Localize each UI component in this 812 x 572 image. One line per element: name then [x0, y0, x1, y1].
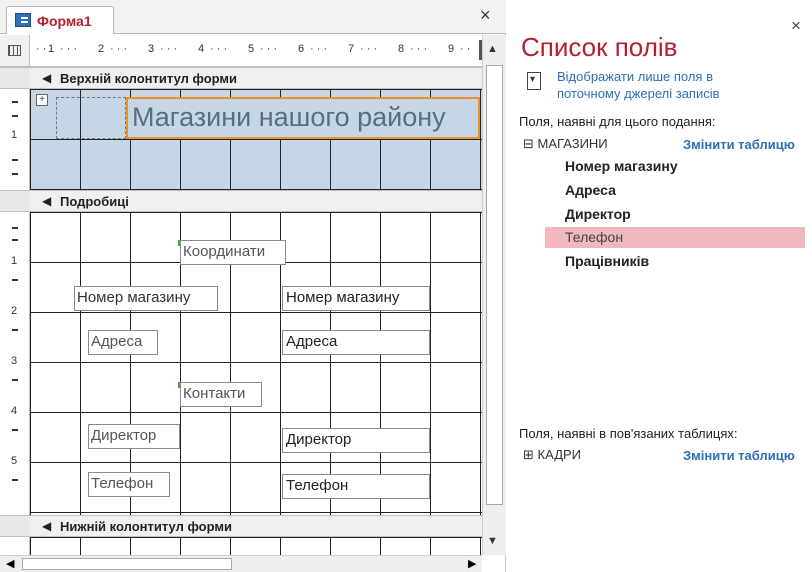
close-icon[interactable]: ×	[791, 16, 801, 36]
ruler-number: 7	[348, 43, 355, 55]
label-address[interactable]: Адреса	[88, 330, 158, 355]
document-tab-bar: Форма1 ×	[0, 0, 506, 34]
scroll-right-icon[interactable]: ▶	[468, 557, 476, 570]
available-fields-heading: Поля, наявні для цього подання:	[519, 114, 716, 129]
move-handle-icon[interactable]: +	[36, 94, 48, 106]
form-icon	[15, 13, 31, 27]
section-arrow-icon: ◀	[42, 519, 52, 533]
label-phone[interactable]: Телефон	[88, 472, 170, 497]
close-icon[interactable]: ×	[480, 6, 491, 24]
ruler-number: 3	[148, 43, 155, 55]
field-item-selected[interactable]: Телефон	[545, 227, 805, 248]
scroll-thumb[interactable]	[486, 65, 503, 505]
label-store-number[interactable]: Номер магазину	[74, 286, 218, 311]
field-list-pane: Список полів × Відображати лише поля в п…	[507, 0, 812, 572]
ruler-number: 9	[448, 43, 455, 55]
edit-related-table-link[interactable]: Змінити таблицю	[683, 448, 795, 463]
field-address[interactable]: Адреса	[282, 330, 430, 355]
section-bar-form-header[interactable]: ◀ Верхній колонтитул форми	[30, 67, 482, 89]
table-name: МАГАЗИНИ	[537, 136, 608, 151]
field-phone[interactable]: Телефон	[282, 474, 430, 499]
horizontal-ruler: · · · 1 · · · 2 · · · 3 · · · 4 · · · 5 …	[30, 35, 482, 67]
vruler-number: 2	[11, 305, 18, 317]
filter-fields-icon[interactable]	[527, 72, 541, 90]
collapse-icon[interactable]: ⊟	[523, 136, 534, 151]
field-item[interactable]: Працівників	[545, 251, 805, 272]
label-contacts[interactable]: Контакти	[180, 382, 262, 407]
ruler-number: 1	[48, 43, 55, 55]
field-director[interactable]: Директор	[282, 428, 430, 453]
section-arrow-icon: ◀	[42, 194, 52, 208]
vruler-number: 1	[11, 255, 18, 267]
ruler-number: 8	[398, 43, 405, 55]
tab-label: Форма1	[37, 13, 92, 29]
field-store-number[interactable]: Номер магазину	[282, 286, 430, 311]
ruler-number: 5	[248, 43, 255, 55]
horizontal-scrollbar[interactable]: ◀ ▶	[0, 555, 482, 572]
vruler-number: 1	[11, 129, 18, 141]
table-row-stores[interactable]: ⊟ МАГАЗИНИ	[523, 136, 608, 152]
vruler-number: 3	[11, 355, 18, 367]
field-item[interactable]: Номер магазину	[545, 156, 805, 177]
ruler-number: 6	[298, 43, 305, 55]
vruler-number: 5	[11, 455, 18, 467]
scroll-down-icon[interactable]: ▼	[487, 535, 498, 547]
edit-table-link[interactable]: Змінити таблицю	[683, 137, 795, 152]
field-item[interactable]: Директор	[545, 204, 805, 225]
empty-placeholder-box[interactable]	[56, 97, 126, 139]
section-title: Подробиці	[60, 194, 129, 209]
vertical-ruler: 1 1 2 3 4 5	[0, 67, 30, 555]
scroll-thumb[interactable]	[22, 558, 232, 570]
form-selector[interactable]	[0, 35, 30, 67]
form-designer-window: Форма1 × · · · 1 · · · 2 · · · 3 · · · 4…	[0, 0, 506, 572]
tab-form1[interactable]: Форма1	[6, 6, 114, 34]
related-fields-heading: Поля, наявні в пов'язаних таблицях:	[519, 426, 738, 441]
table-name: КАДРИ	[537, 447, 582, 462]
section-title: Верхній колонтитул форми	[60, 71, 238, 86]
show-current-source-link[interactable]: Відображати лише поля в поточному джерел…	[557, 68, 777, 102]
section-arrow-icon: ◀	[42, 71, 52, 85]
field-item[interactable]: Адреса	[545, 180, 805, 201]
vertical-scrollbar[interactable]: ▲ ▼	[482, 35, 506, 555]
label-director[interactable]: Директор	[88, 424, 180, 449]
ruler-number: 2	[98, 43, 105, 55]
ruler-corner-icon	[8, 45, 21, 56]
scroll-up-icon[interactable]: ▲	[487, 43, 498, 55]
form-footer-grid[interactable]	[30, 537, 482, 555]
header-title-label[interactable]: Магазини нашого району	[126, 97, 480, 139]
pane-title: Список полів	[521, 32, 678, 62]
expand-icon[interactable]: ⊞	[523, 447, 534, 462]
vruler-number: 4	[11, 405, 18, 417]
scroll-left-icon[interactable]: ◀	[6, 557, 14, 570]
ruler-number: 4	[198, 43, 205, 55]
table-row-staff[interactable]: ⊞ КАДРИ	[523, 447, 581, 463]
section-bar-detail[interactable]: ◀ Подробиці	[30, 190, 482, 212]
label-coords[interactable]: Координати	[180, 240, 286, 265]
section-bar-form-footer[interactable]: ◀ Нижній колонтитул форми	[30, 515, 482, 537]
section-title: Нижній колонтитул форми	[60, 519, 232, 534]
